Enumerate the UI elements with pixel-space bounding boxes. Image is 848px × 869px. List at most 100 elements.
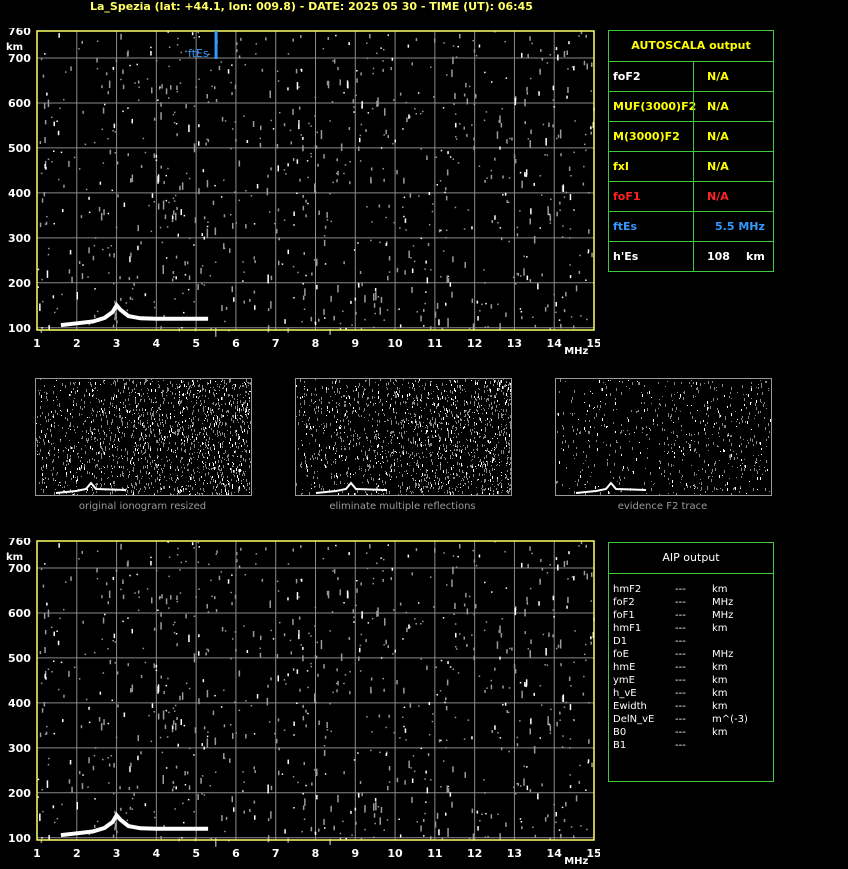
echo-dot: [367, 112, 370, 114]
thumb-dot: [157, 448, 158, 451]
thumb-dot: [147, 422, 148, 424]
thumb-dot: [224, 380, 225, 382]
thumb-dot: [380, 399, 381, 402]
echo-dot: [238, 55, 241, 59]
echo-dot: [175, 255, 178, 259]
thumb-dot: [349, 443, 350, 445]
thumb-dot: [205, 447, 206, 448]
thumb-dot: [197, 471, 198, 472]
thumb-dot: [425, 433, 426, 434]
thumb-dot: [123, 473, 124, 474]
thumb-dot: [444, 408, 445, 411]
echo-dot: [158, 88, 161, 90]
thumb-dot: [484, 385, 485, 388]
thumb-dot: [457, 415, 458, 418]
thumb-dot: [386, 491, 387, 494]
thumb-dot: [150, 425, 151, 427]
thumb-dot: [501, 413, 502, 415]
y-tick-label: 500: [8, 142, 31, 155]
echo-dot: [201, 233, 203, 237]
thumb-dot: [181, 457, 182, 460]
echo-dot: [46, 215, 48, 218]
thumb-dot: [224, 385, 225, 387]
thumb-dot: [420, 399, 421, 401]
thumb-dot: [119, 408, 120, 411]
echo-dot: [361, 283, 363, 287]
thumb-dot: [387, 394, 388, 397]
echo-dot: [117, 194, 119, 198]
thumb-dot: [664, 470, 665, 473]
thumb-dot: [449, 480, 450, 481]
thumb-dot: [559, 391, 560, 393]
echo-dot: [229, 248, 231, 253]
thumb-dot: [464, 483, 465, 484]
thumb-dot: [367, 464, 368, 467]
thumb-dot: [359, 383, 360, 386]
thumb-dot: [194, 385, 195, 387]
thumb-dot: [479, 433, 480, 434]
thumb-dot: [672, 485, 673, 487]
echo-dot: [137, 99, 140, 101]
thumb-dot: [103, 380, 104, 383]
thumb-dot: [40, 449, 41, 452]
thumb-dot: [409, 393, 410, 396]
thumb-dot: [691, 385, 692, 387]
thumb-dot: [608, 491, 609, 494]
thumb-dot: [143, 425, 144, 428]
thumb-dot: [375, 458, 376, 459]
echo-dot: [259, 137, 261, 140]
thumb-dot: [432, 470, 433, 472]
thumb-dot: [310, 426, 311, 429]
thumb-dot: [610, 393, 611, 396]
echo-dot: [490, 174, 493, 180]
thumb-dot: [485, 420, 486, 421]
thumb-dot: [585, 484, 586, 485]
thumb-dot: [249, 397, 250, 398]
thumb-dot: [417, 465, 418, 466]
thumb-dot: [422, 426, 423, 427]
echo-dot: [255, 53, 257, 55]
echo-dot: [436, 302, 439, 309]
thumb-dot: [92, 488, 93, 491]
thumb-dot: [485, 427, 486, 429]
thumb-dot: [447, 400, 448, 402]
echo-dot: [330, 295, 332, 302]
thumb-dot: [501, 483, 502, 486]
thumb-dot: [84, 467, 85, 470]
thumb-dot: [460, 446, 461, 447]
thumb-dot: [161, 468, 162, 470]
thumb-dot: [391, 422, 392, 425]
thumb-dot: [137, 475, 138, 478]
thumb-dot: [728, 463, 729, 464]
echo-dot: [277, 208, 280, 212]
thumb-dot: [238, 446, 239, 449]
echo-dot: [339, 79, 341, 86]
echo-dot: [422, 110, 424, 113]
thumb-dot: [455, 488, 456, 491]
thumb-dot: [361, 468, 362, 469]
thumb-dot: [60, 485, 61, 486]
echo-dot: [287, 759, 289, 765]
thumb-dot: [131, 392, 132, 393]
thumb-dot: [50, 419, 51, 420]
echo-dot: [508, 177, 511, 179]
thumb-dot: [91, 421, 92, 423]
thumb-dot: [237, 394, 238, 397]
thumb-dot: [379, 402, 380, 403]
thumb-dot: [503, 409, 504, 412]
thumb-dot: [423, 456, 424, 458]
thumb-dot: [481, 421, 482, 423]
thumb-dot: [314, 482, 315, 484]
thumb-dot: [206, 467, 207, 469]
thumb-dot: [680, 411, 681, 412]
thumb-dot: [473, 449, 474, 451]
thumb-dot: [490, 418, 491, 419]
echo-dot: [549, 215, 552, 222]
thumb-dot: [181, 439, 182, 441]
thumb-dot: [362, 395, 363, 398]
thumb-dot: [158, 456, 159, 457]
thumb-dot: [192, 422, 193, 424]
thumb-dot: [248, 382, 249, 384]
echo-dot: [157, 174, 160, 182]
thumb-dot: [481, 396, 482, 399]
